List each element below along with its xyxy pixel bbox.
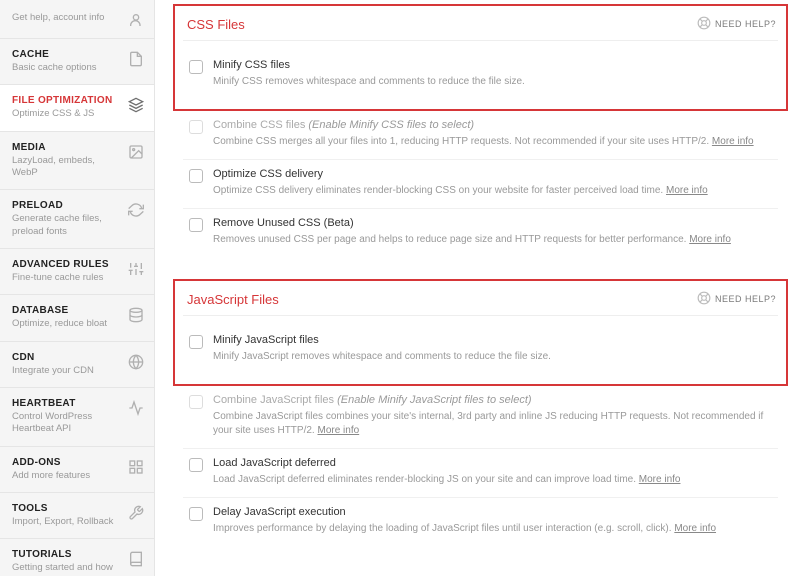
sidebar-item-advanced-rules[interactable]: ADVANCED RULES Fine-tune cache rules xyxy=(0,249,154,295)
sidebar-item-sub: Add more features xyxy=(12,470,122,482)
section-title: JavaScript Files xyxy=(187,292,279,307)
layers-icon xyxy=(128,97,144,113)
sidebar-item-account[interactable]: Get help, account info xyxy=(0,0,154,39)
option-desc: Improves performance by delaying the loa… xyxy=(213,522,772,536)
option-desc: Optimize CSS delivery eliminates render-… xyxy=(213,184,772,198)
db-icon xyxy=(128,307,144,323)
more-info-link[interactable]: More info xyxy=(639,474,681,485)
checkbox[interactable] xyxy=(189,507,203,521)
sidebar-item-title: ADVANCED RULES xyxy=(12,259,122,270)
main-content: CSS FilesNEED HELP?Minify CSS filesMinif… xyxy=(155,0,800,576)
sliders-icon xyxy=(128,261,144,277)
option-desc: Combine JavaScript files combines your s… xyxy=(213,410,772,438)
globe-icon xyxy=(128,354,144,370)
sidebar-item-sub: Optimize, reduce bloat xyxy=(12,318,122,330)
option-title: Combine CSS files (Enable Minify CSS fil… xyxy=(213,119,772,131)
heart-icon xyxy=(128,400,144,416)
checkbox xyxy=(189,395,203,409)
sidebar-item-heartbeat[interactable]: HEARTBEAT Control WordPress Heartbeat API xyxy=(0,388,154,447)
sidebar-item-sub: Import, Export, Rollback xyxy=(12,516,122,528)
checkbox[interactable] xyxy=(189,169,203,183)
sidebar-item-title: DATABASE xyxy=(12,305,122,316)
checkbox[interactable] xyxy=(189,458,203,472)
option-row: Minify JavaScript files Minify JavaScript… xyxy=(183,326,778,374)
option-title: Minify JavaScript files xyxy=(213,334,772,346)
tools-icon xyxy=(128,505,144,521)
option-desc: Minify JavaScript removes whitespace and… xyxy=(213,350,772,364)
sidebar-item-title: HEARTBEAT xyxy=(12,398,122,409)
help-icon xyxy=(697,16,711,32)
help-icon xyxy=(697,291,711,307)
sidebar-item-cdn[interactable]: CDN Integrate your CDN xyxy=(0,342,154,388)
sidebar-item-sub: Generate cache files, preload fonts xyxy=(12,213,122,238)
option-desc: Minify CSS removes whitespace and commen… xyxy=(213,75,772,89)
option-row: Delay JavaScript execution Improves perfo… xyxy=(183,498,778,546)
more-info-link[interactable]: More info xyxy=(317,425,359,436)
option-title: Optimize CSS delivery xyxy=(213,168,772,180)
option-title: Minify CSS files xyxy=(213,59,772,71)
option-row: Combine JavaScript files (Enable Minify … xyxy=(183,386,778,449)
option-title: Load JavaScript deferred xyxy=(213,457,772,469)
checkbox[interactable] xyxy=(189,218,203,232)
option-title: Delay JavaScript execution xyxy=(213,506,772,518)
sidebar-item-title: PRELOAD xyxy=(12,200,122,211)
sidebar-item-sub: Fine-tune cache rules xyxy=(12,272,122,284)
more-info-link[interactable]: More info xyxy=(674,523,716,534)
checkbox[interactable] xyxy=(189,335,203,349)
more-info-link[interactable]: More info xyxy=(712,136,754,147)
sidebar-item-tutorials[interactable]: TUTORIALS Getting started and how to vide… xyxy=(0,539,154,576)
more-info-link[interactable]: More info xyxy=(689,234,731,245)
refresh-icon xyxy=(128,202,144,218)
sidebar-item-title: CACHE xyxy=(12,49,122,60)
user-icon xyxy=(128,12,144,28)
book-icon xyxy=(128,551,144,567)
section: JavaScript Files NEED HELP? Minify JavaScr… xyxy=(173,279,788,546)
sidebar-item-file-optimization[interactable]: FILE OPTIMIZATION Optimize CSS & JS xyxy=(0,85,154,131)
option-title: Remove Unused CSS (Beta) xyxy=(213,217,772,229)
highlighted-box: CSS FilesNEED HELP?Minify CSS filesMinif… xyxy=(173,4,788,111)
sidebar-item-database[interactable]: DATABASE Optimize, reduce bloat xyxy=(0,295,154,341)
option-title: Combine JavaScript files (Enable Minify … xyxy=(213,394,772,406)
sidebar-item-sub: LazyLoad, embeds, WebP xyxy=(12,155,122,180)
need-help-link[interactable]: NEED HELP? xyxy=(697,16,776,32)
sidebar-item-title: CDN xyxy=(12,352,122,363)
section: CSS FilesNEED HELP?Minify CSS filesMinif… xyxy=(173,4,788,257)
sidebar: Get help, account info CACHE Basic cache o… xyxy=(0,0,155,576)
option-row: Minify CSS files Minify CSS removes white… xyxy=(183,51,778,99)
sidebar-item-add-ons[interactable]: ADD-ONS Add more features xyxy=(0,447,154,493)
highlighted-box: JavaScript Files NEED HELP? Minify JavaScr… xyxy=(173,279,788,386)
doc-icon xyxy=(128,51,144,67)
sidebar-item-preload[interactable]: PRELOAD Generate cache files, preload fon… xyxy=(0,190,154,249)
option-row: Remove Unused CSS (Beta) Removes unused C… xyxy=(183,209,778,257)
section-title: CSS Files xyxy=(187,17,245,32)
image-icon xyxy=(128,144,144,160)
more-info-link[interactable]: More info xyxy=(666,185,708,196)
sidebar-item-title: TUTORIALS xyxy=(12,549,122,560)
sidebar-item-sub: Basic cache options xyxy=(12,62,122,74)
sidebar-item-sub: Getting started and how to videos xyxy=(12,562,122,576)
need-help-link[interactable]: NEED HELP? xyxy=(697,291,776,307)
sidebar-item-title: TOOLS xyxy=(12,503,122,514)
sidebar-item-title: FILE OPTIMIZATION xyxy=(12,95,122,106)
sidebar-item-cache[interactable]: CACHE Basic cache options xyxy=(0,39,154,85)
sidebar-item-title: ADD-ONS xyxy=(12,457,122,468)
option-row: Combine CSS files (Enable Minify CSS fil… xyxy=(183,111,778,160)
sidebar-item-sub: Optimize CSS & JS xyxy=(12,108,122,120)
option-desc: Combine CSS merges all your files into 1… xyxy=(213,135,772,149)
sidebar-item-tools[interactable]: TOOLS Import, Export, Rollback xyxy=(0,493,154,539)
addon-icon xyxy=(128,459,144,475)
option-row: Load JavaScript deferred Load JavaScript … xyxy=(183,449,778,498)
sidebar-item-media[interactable]: MEDIA LazyLoad, embeds, WebP xyxy=(0,132,154,191)
option-desc: Removes unused CSS per page and helps to… xyxy=(213,233,772,247)
checkbox xyxy=(189,120,203,134)
checkbox[interactable] xyxy=(189,60,203,74)
option-row: Optimize CSS delivery Optimize CSS delive… xyxy=(183,160,778,209)
sidebar-item-sub: Integrate your CDN xyxy=(12,365,122,377)
sidebar-item-sub: Get help, account info xyxy=(12,12,122,24)
sidebar-item-title: MEDIA xyxy=(12,142,122,153)
option-desc: Load JavaScript deferred eliminates rend… xyxy=(213,473,772,487)
sidebar-item-sub: Control WordPress Heartbeat API xyxy=(12,411,122,436)
